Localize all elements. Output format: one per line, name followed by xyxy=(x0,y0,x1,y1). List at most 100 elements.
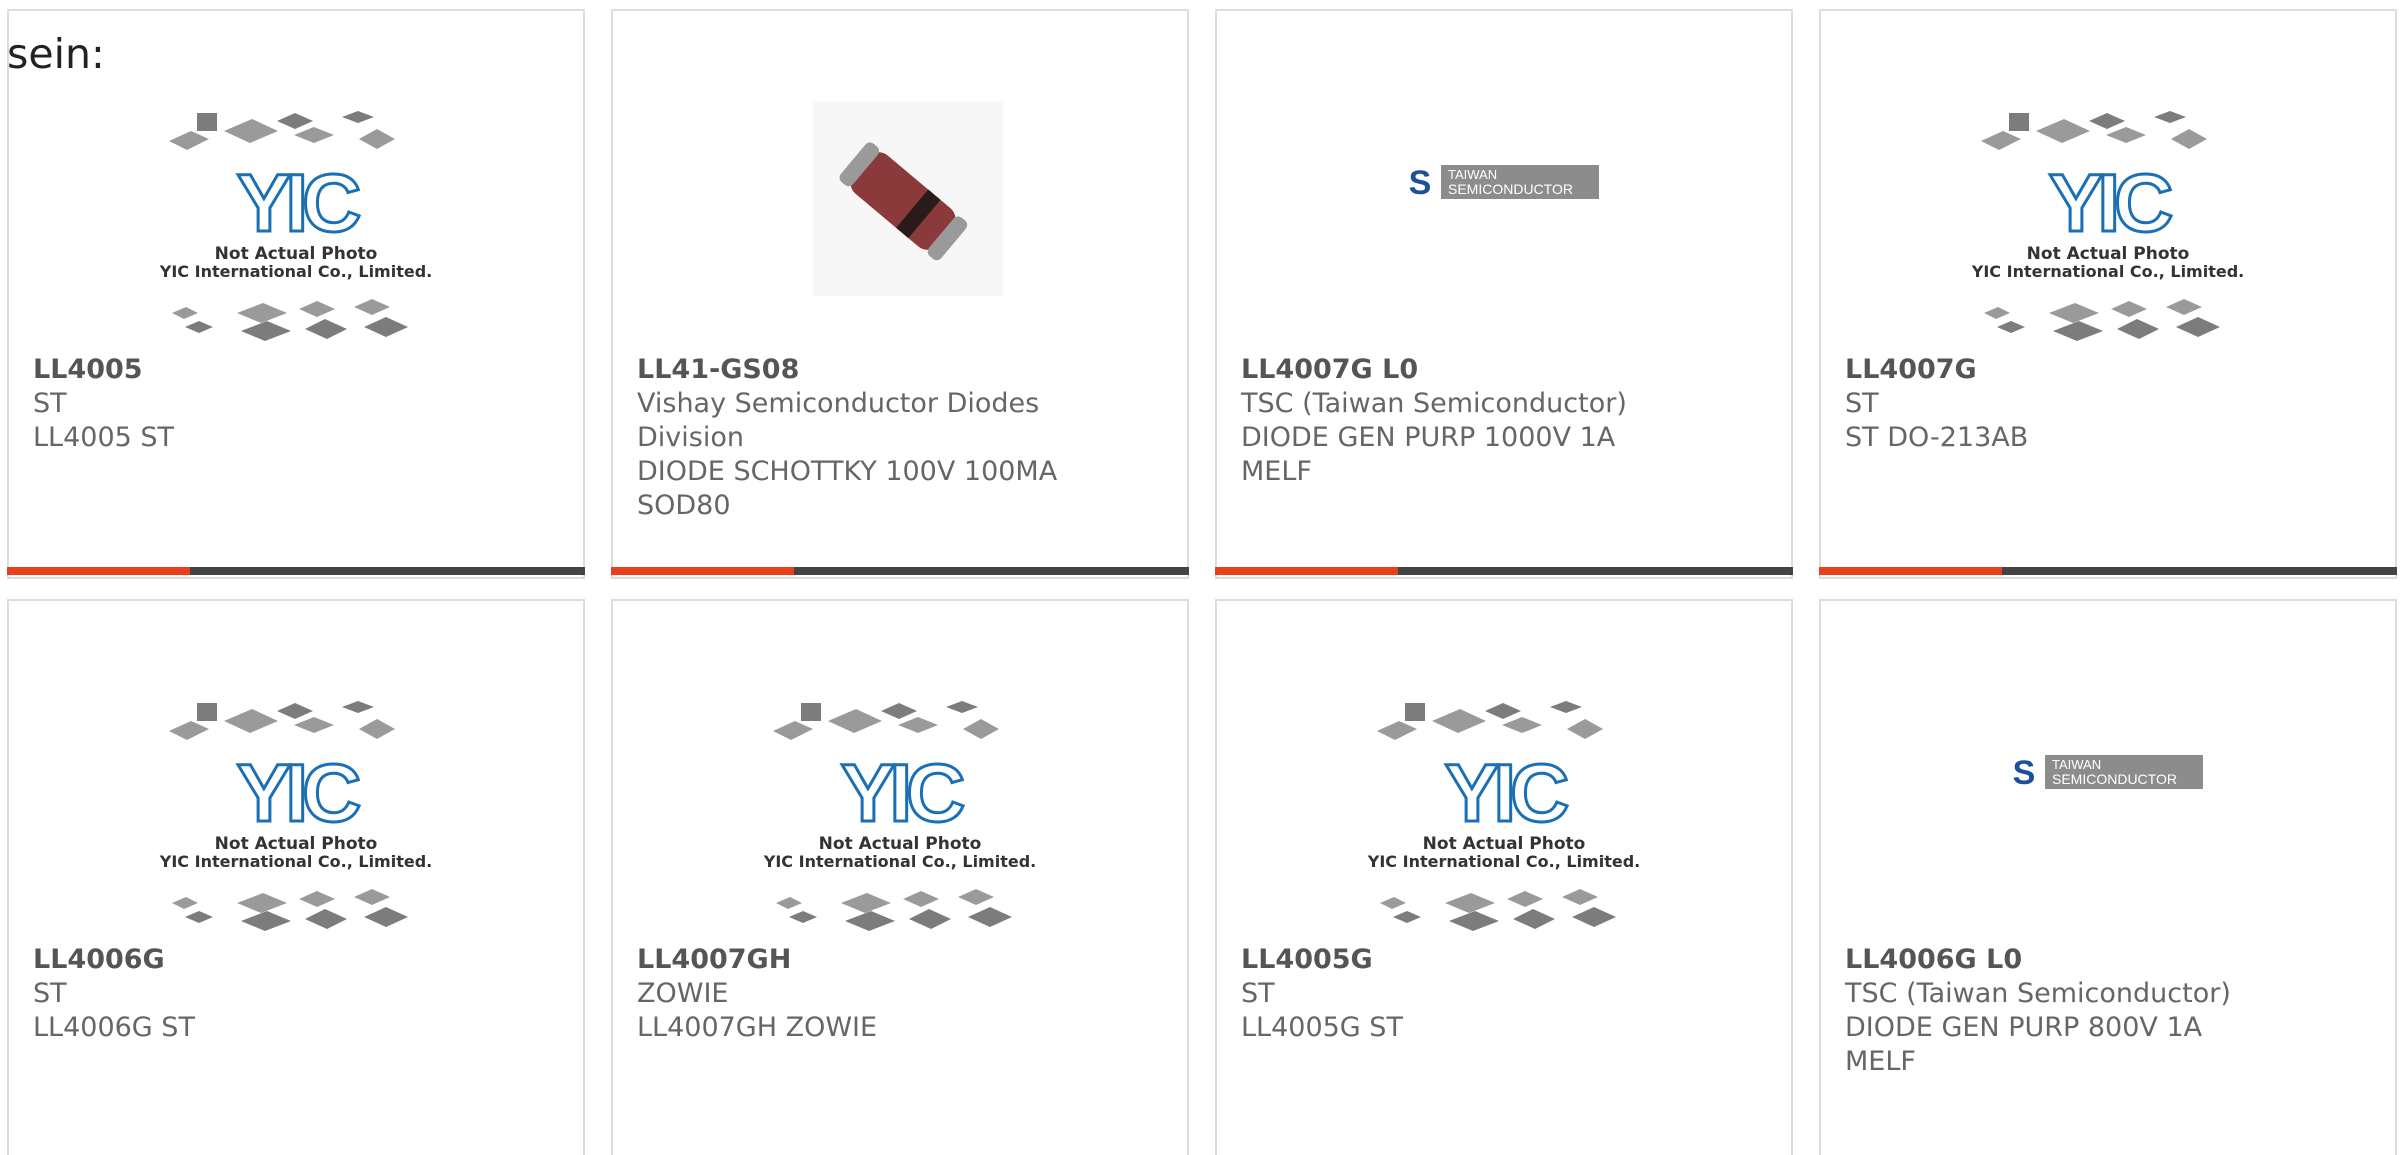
chip-shape-icon xyxy=(185,321,213,333)
chip-shape-icon xyxy=(172,897,198,909)
tsc-mark-icon: S xyxy=(1409,164,1432,201)
card-bottom-bar xyxy=(7,567,585,575)
chip-shape-icon xyxy=(299,891,335,907)
product-info: LL4005G ST LL4005G ST xyxy=(1241,943,1671,1045)
part-number-link[interactable]: LL4007G xyxy=(1845,353,2275,387)
product-info: LL4006G L0 TSC (Taiwan Semiconductor) DIOD… xyxy=(1845,943,2275,1079)
yic-placeholder-image: YICNot Actual PhotoYIC International Co.… xyxy=(1367,701,1640,931)
chip-shape-icon xyxy=(359,719,395,739)
chip-shape-icon xyxy=(1981,131,2021,150)
product-thumbnail[interactable]: YIC Not Actual Photo YIC International Co.… xyxy=(9,51,583,351)
chip-shape-icon xyxy=(172,307,198,319)
chip-shape-icon xyxy=(364,317,408,337)
chip-shape-icon xyxy=(169,131,209,150)
yic-placeholder-image: YICNot Actual PhotoYIC International Co.… xyxy=(763,701,1036,931)
svg-text:SEMICONDUCTOR: SEMICONDUCTOR xyxy=(2052,771,2177,787)
chip-shape-icon xyxy=(1513,909,1555,929)
description-label: LL4005G ST xyxy=(1241,1012,1403,1043)
part-number-link[interactable]: LL4006G xyxy=(33,943,463,977)
chip-shape-icon xyxy=(828,709,882,733)
chip-shape-icon xyxy=(773,721,813,740)
chip-shape-icon xyxy=(1567,719,1603,739)
chip-shape-icon xyxy=(277,703,313,719)
chip-shape-icon xyxy=(2106,127,2146,143)
chip-shape-icon xyxy=(1984,307,2010,319)
chip-shape-icon xyxy=(1405,703,1425,721)
chip-shape-icon xyxy=(1380,897,1406,909)
card-accent-bar xyxy=(1819,567,2002,575)
chip-shape-icon xyxy=(342,701,374,713)
yic-logo-text: YIC xyxy=(2049,158,2171,249)
chip-shape-icon xyxy=(197,703,217,721)
product-thumbnail[interactable] xyxy=(613,51,1187,351)
chip-shape-icon xyxy=(197,113,217,131)
not-actual-photo-label: Not Actual Photo xyxy=(1423,834,1586,854)
taiwan-semiconductor-logo: S TAIWAN SEMICONDUCTOR xyxy=(2007,753,2203,792)
product-card[interactable]: YIC Not Actual Photo YIC International Co.… xyxy=(1215,599,1793,1155)
chip-shape-icon xyxy=(2154,111,2186,123)
chip-shape-icon xyxy=(1572,907,1616,927)
product-thumbnail[interactable]: YIC Not Actual Photo YIC International Co.… xyxy=(9,641,583,941)
yic-company-label: YIC International Co., Limited. xyxy=(763,852,1036,871)
not-actual-photo-label: Not Actual Photo xyxy=(2027,244,2190,264)
chip-shape-icon xyxy=(2176,317,2220,337)
chip-shape-icon xyxy=(237,303,287,323)
product-thumbnail[interactable]: YIC Not Actual Photo YIC International Co.… xyxy=(1821,51,2395,351)
product-thumbnail[interactable]: YIC Not Actual Photo YIC International Co.… xyxy=(613,641,1187,941)
product-card[interactable]: YIC Not Actual Photo YIC International Co.… xyxy=(7,599,585,1155)
part-number-link[interactable]: LL4007G L0 xyxy=(1241,353,1671,387)
chip-shape-icon xyxy=(1997,321,2025,333)
svg-text:TAIWAN: TAIWAN xyxy=(2052,757,2101,772)
chip-shape-icon xyxy=(801,703,821,721)
chip-shape-icon xyxy=(2111,301,2147,317)
not-actual-photo-label: Not Actual Photo xyxy=(215,244,378,264)
chip-shape-icon xyxy=(294,127,334,143)
product-info: LL4006G ST LL4006G ST xyxy=(33,943,463,1045)
melf-diode-photo xyxy=(803,91,1003,301)
chip-shape-icon xyxy=(2049,303,2099,323)
product-card[interactable]: YIC Not Actual Photo YIC International Co.… xyxy=(611,599,1189,1155)
chip-shape-icon xyxy=(305,909,347,929)
product-thumbnail[interactable]: S TAIWAN SEMICONDUCTOR xyxy=(1217,51,1791,351)
product-thumbnail[interactable]: S TAIWAN SEMICONDUCTOR xyxy=(1821,641,2395,941)
chip-shape-icon xyxy=(1562,889,1598,905)
product-grid-page: sein: YIC Not Actual Photo YIC Internation… xyxy=(0,0,2400,1155)
description-label: LL4007GH ZOWIE xyxy=(637,1012,878,1043)
product-card[interactable]: S TAIWAN SEMICONDUCTOR LL4007G L0 TSC (Taiwa… xyxy=(1215,9,1793,579)
chip-shape-icon xyxy=(305,319,347,339)
chip-shape-icon xyxy=(963,719,999,739)
part-number-link[interactable]: LL4007GH xyxy=(637,943,1067,977)
chip-shape-icon xyxy=(185,911,213,923)
product-card[interactable]: YIC Not Actual Photo YIC International Co.… xyxy=(1819,9,2397,579)
manufacturer-label: ST xyxy=(1845,388,1879,419)
part-number-link[interactable]: LL4005G xyxy=(1241,943,1671,977)
yic-placeholder-image: YICNot Actual PhotoYIC International Co.… xyxy=(159,701,432,931)
part-number-link[interactable]: LL41-GS08 xyxy=(637,353,1067,387)
chip-shape-icon xyxy=(299,301,335,317)
product-thumbnail[interactable]: YIC Not Actual Photo YIC International Co.… xyxy=(1217,641,1791,941)
product-card[interactable]: YIC Not Actual Photo YIC International Co.… xyxy=(7,9,585,579)
part-number-link[interactable]: LL4006G L0 xyxy=(1845,943,2275,977)
description-label: SOD80 xyxy=(637,490,731,521)
chip-shape-icon xyxy=(224,709,278,733)
yic-logo-text: YIC xyxy=(841,748,963,839)
chip-shape-icon xyxy=(294,717,334,733)
chip-shape-icon xyxy=(241,321,291,341)
chip-shape-icon xyxy=(968,907,1012,927)
card-bottom-bar xyxy=(1819,567,2397,575)
chip-shape-icon xyxy=(2053,321,2103,341)
product-card[interactable]: S TAIWAN SEMICONDUCTOR LL4006G L0 TSC (Taiwa… xyxy=(1819,599,2397,1155)
chip-shape-icon xyxy=(1393,911,1421,923)
chip-shape-icon xyxy=(354,889,390,905)
part-number-link[interactable]: LL4005 xyxy=(33,353,463,387)
card-accent-bar xyxy=(611,567,794,575)
chip-shape-icon xyxy=(2117,319,2159,339)
yic-company-label: YIC International Co., Limited. xyxy=(1367,852,1640,871)
chip-shape-icon xyxy=(789,911,817,923)
manufacturer-label: ST xyxy=(33,978,67,1009)
chip-shape-icon xyxy=(364,907,408,927)
manufacturer-label: Vishay Semiconductor Diodes xyxy=(637,388,1040,419)
chip-shape-icon xyxy=(903,891,939,907)
product-info: LL4007G ST ST DO-213AB xyxy=(1845,353,2275,455)
product-card[interactable]: LL41-GS08 Vishay Semiconductor Diodes Divi… xyxy=(611,9,1189,579)
